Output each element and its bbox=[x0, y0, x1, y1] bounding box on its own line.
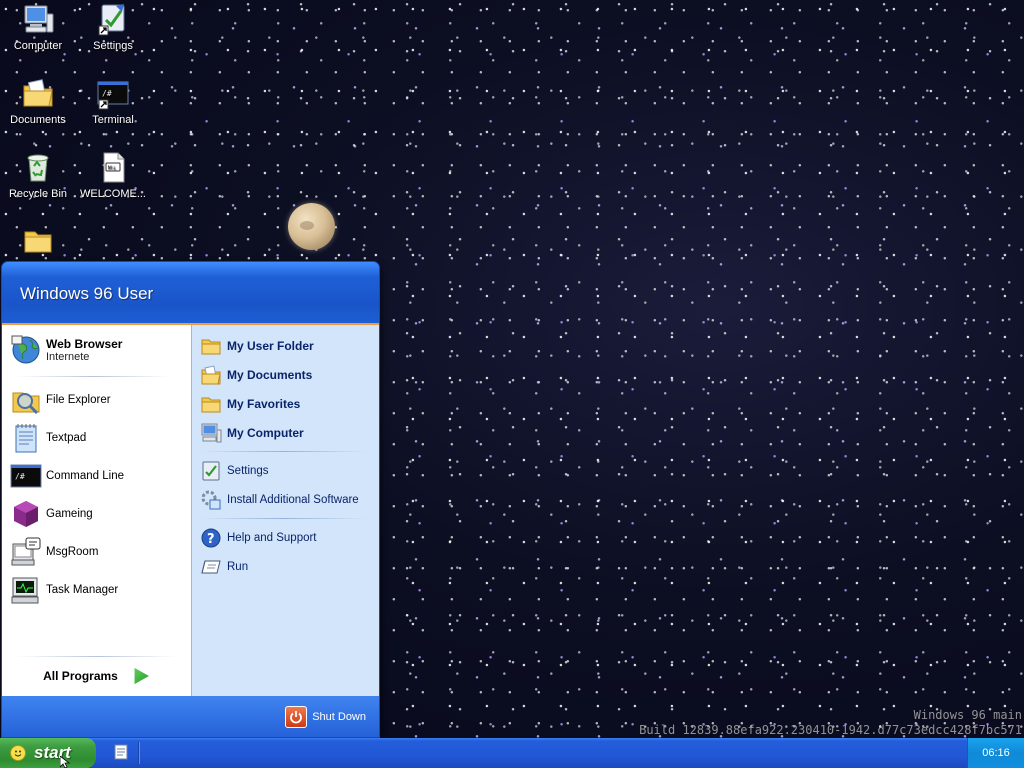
clock[interactable]: 06:16 bbox=[982, 747, 1010, 759]
build-line-2: Build 12839.88efa922.230410-1942.d77c73e… bbox=[639, 723, 1022, 737]
svg-text:?: ? bbox=[207, 532, 215, 547]
textpad-icon bbox=[15, 424, 37, 453]
computer-icon bbox=[201, 423, 222, 442]
shutdown-button[interactable]: Shut Down bbox=[285, 705, 366, 728]
pinned-web-browser[interactable]: Web Browser Internete bbox=[2, 326, 191, 374]
start-menu-header: Windows 96 User bbox=[2, 262, 379, 325]
svg-text:/#: /# bbox=[15, 472, 25, 481]
desktop-icon-recycle-bin[interactable]: Recycle Bin bbox=[1, 148, 75, 218]
divider bbox=[200, 451, 367, 452]
divider bbox=[200, 518, 367, 519]
menu-item-gameing[interactable]: Gameing bbox=[2, 495, 191, 533]
build-watermark: Windows 96 main Build 12839.88efa922.230… bbox=[639, 708, 1022, 738]
menu-item-label: My Favorites bbox=[227, 396, 301, 411]
run-icon bbox=[201, 560, 221, 573]
documents-folder-icon bbox=[23, 79, 53, 107]
menu-item-label: Textpad bbox=[46, 432, 87, 444]
divider bbox=[16, 376, 171, 377]
all-programs-label: All Programs bbox=[43, 669, 118, 683]
menu-item-label: Settings bbox=[227, 464, 269, 477]
menu-item-msgroom[interactable]: MsgRoom bbox=[2, 533, 191, 571]
folder-icon bbox=[201, 397, 221, 412]
power-icon bbox=[285, 705, 308, 728]
menu-item-label: Gameing bbox=[46, 508, 93, 520]
svg-text:M↓: M↓ bbox=[108, 166, 117, 172]
desktop-icon-welcome[interactable]: M↓ WELCOME... bbox=[76, 148, 150, 218]
menu-item-label: Install Additional Software bbox=[227, 493, 359, 506]
desktop-icon-documents[interactable]: Documents bbox=[1, 74, 75, 144]
computer-icon bbox=[24, 5, 54, 33]
menu-item-label: File Explorer bbox=[46, 394, 111, 406]
mouse-pointer-icon bbox=[60, 756, 70, 768]
settings-icon bbox=[98, 4, 125, 36]
settings-icon bbox=[202, 461, 220, 480]
svg-text:/#: /# bbox=[102, 89, 112, 98]
menu-item-my-user-folder[interactable]: My User Folder bbox=[192, 331, 379, 360]
menu-item-my-computer[interactable]: My Computer bbox=[192, 418, 379, 447]
menu-item-help-support[interactable]: ? Help and Support bbox=[192, 523, 379, 552]
pinned-subtitle: Internete bbox=[46, 351, 90, 363]
file-explorer-icon bbox=[12, 392, 40, 415]
menu-item-label: Run bbox=[227, 560, 249, 573]
menu-item-command-line[interactable]: /# Command Line bbox=[2, 457, 191, 495]
documents-folder-icon bbox=[201, 364, 221, 384]
menu-item-label: MsgRoom bbox=[46, 546, 99, 558]
command-line-icon: /# bbox=[10, 464, 42, 488]
start-menu-right-pane: My User Folder My Documents My Favorites bbox=[191, 325, 379, 696]
start-menu-footer: Shut Down bbox=[2, 696, 379, 737]
menu-item-label: My Documents bbox=[227, 367, 313, 382]
start-button[interactable]: start bbox=[0, 738, 96, 768]
menu-item-textpad[interactable]: Textpad bbox=[2, 419, 191, 457]
all-programs-button[interactable]: All Programs bbox=[2, 656, 191, 696]
quick-launch-textpad-icon[interactable] bbox=[112, 743, 130, 761]
menu-item-label: Help and Support bbox=[227, 531, 317, 544]
moon-image bbox=[288, 203, 335, 250]
menu-item-settings[interactable]: Settings bbox=[192, 456, 379, 485]
task-manager-icon bbox=[11, 577, 39, 604]
start-menu: Windows 96 User Web Browser Internete Fi… bbox=[1, 261, 380, 738]
green-arrow-icon bbox=[134, 667, 149, 685]
msgroom-icon bbox=[11, 537, 41, 566]
menu-item-my-favorites[interactable]: My Favorites bbox=[192, 389, 379, 418]
recycle-bin-icon bbox=[27, 154, 49, 182]
quick-launch-divider bbox=[138, 742, 140, 764]
menu-item-task-manager[interactable]: Task Manager bbox=[2, 571, 191, 609]
desktop-icon-label: Settings bbox=[93, 40, 133, 52]
menu-item-run[interactable]: Run bbox=[192, 552, 379, 581]
build-line-1: Windows 96 main bbox=[913, 708, 1022, 722]
start-menu-left-pane: Web Browser Internete File Explorer Text… bbox=[2, 325, 191, 696]
menu-item-my-documents[interactable]: My Documents bbox=[192, 360, 379, 389]
desktop-icon-label: Terminal bbox=[92, 114, 134, 126]
smiley-icon bbox=[10, 745, 26, 761]
desktop-icon-computer[interactable]: Computer bbox=[1, 0, 75, 70]
folder-icon bbox=[201, 339, 221, 354]
menu-item-label: My Computer bbox=[227, 425, 304, 440]
terminal-icon: /# bbox=[97, 81, 129, 110]
desktop-icon-label: Computer bbox=[13, 40, 63, 52]
menu-item-label: Command Line bbox=[46, 470, 124, 482]
desktop-icon-label: WELCOME... bbox=[79, 188, 146, 200]
menu-item-install-software[interactable]: Install Additional Software bbox=[192, 485, 379, 514]
desktop-icon-terminal[interactable]: /# Terminal bbox=[76, 74, 150, 144]
desktop-icon-label: Documents bbox=[10, 114, 66, 126]
shutdown-label: Shut Down bbox=[312, 710, 366, 723]
desktop-icon-settings[interactable]: Settings bbox=[76, 0, 150, 70]
menu-item-file-explorer[interactable]: File Explorer bbox=[2, 381, 191, 419]
help-icon: ? bbox=[201, 528, 221, 547]
taskbar: start 06:16 bbox=[0, 738, 1024, 768]
web-browser-icon bbox=[11, 335, 40, 364]
game-cube-icon bbox=[14, 501, 38, 527]
user-name: Windows 96 User bbox=[20, 284, 154, 303]
menu-item-label: Task Manager bbox=[46, 584, 119, 596]
markdown-file-icon: M↓ bbox=[103, 152, 125, 183]
install-software-icon bbox=[201, 490, 221, 509]
desktop-icon-label: Recycle Bin bbox=[8, 188, 68, 200]
folder-icon bbox=[24, 231, 52, 253]
system-tray: 06:16 bbox=[967, 738, 1024, 768]
menu-item-label: My User Folder bbox=[227, 338, 314, 353]
pinned-title: Web Browser bbox=[46, 337, 123, 351]
